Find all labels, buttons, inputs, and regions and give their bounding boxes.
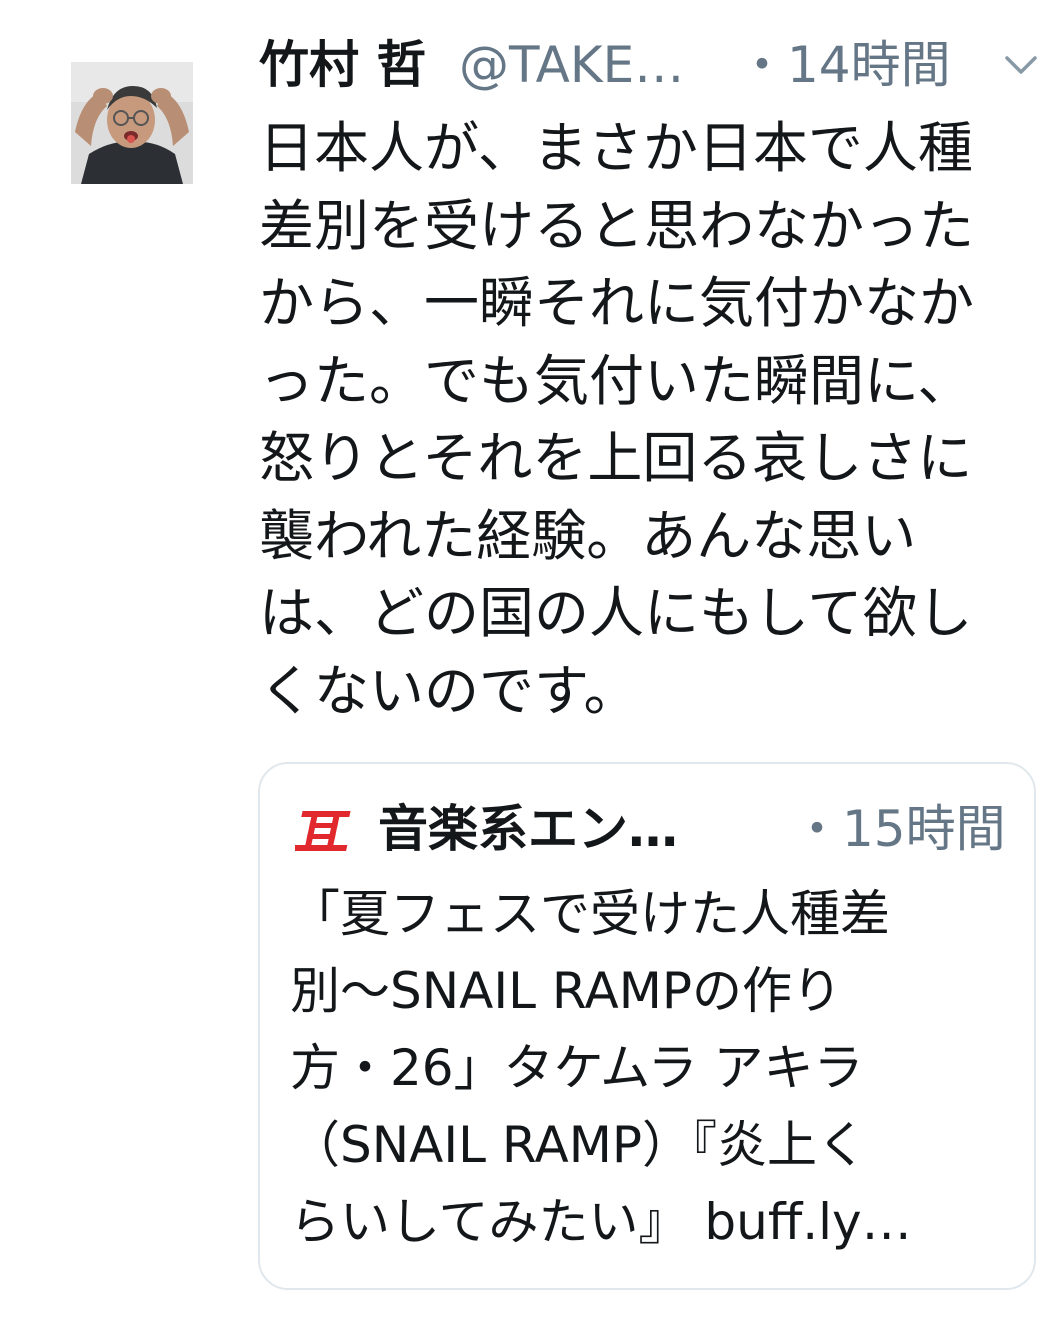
tweet-timestamp[interactable]: ・14時間	[737, 30, 951, 100]
quoted-text-line: らいしてみたい』 buff.ly…	[290, 1193, 912, 1251]
quoted-text-line: （SNAIL RAMP）『炎上く	[290, 1116, 868, 1174]
tweet-text-line: 襲われた経験。あんな思い	[259, 503, 917, 568]
profile-photo-icon	[71, 62, 193, 184]
quoted-tweet-text: 「夏フェスで受けた人種差 別～SNAIL RAMPの作り 方・26」タケムラ ア…	[290, 876, 1010, 1261]
quoted-text-line: 別～SNAIL RAMPの作り	[290, 962, 843, 1020]
tweet-text-line: から、一瞬それに気付かなか	[259, 271, 975, 335]
tweet-text: 日本人が、まさか日本で人種 差別を受けると思わなかった から、一瞬それに気付かな…	[259, 110, 1019, 730]
tweet-text-line: くないのです。	[259, 658, 639, 723]
tweet-text-line: 差別を受けると思わなかった	[259, 193, 975, 258]
quoted-author-name: 音楽系エン…	[378, 800, 678, 858]
tweet-text-line: は、どの国の人にもして欲し	[259, 581, 973, 645]
quoted-text-line: 方・26」タケムラ アキラ	[290, 1039, 864, 1097]
avatar[interactable]	[71, 62, 193, 184]
quoted-tweet-card[interactable]: 音楽系エン… ・15時間 「夏フェスで受けた人種差 別～SNAIL RAMPの作…	[258, 762, 1036, 1290]
author-handle[interactable]: @TAKE…	[459, 30, 684, 100]
author-name[interactable]: 竹村 哲	[259, 30, 426, 100]
tweet-text-line: 日本人が、まさか日本で人種	[259, 116, 973, 180]
quoted-text-line: 「夏フェスで受けた人種差	[290, 885, 890, 943]
tweet-text-line: った。でも気付いた瞬間に、	[259, 348, 973, 413]
tweet-header: 竹村 哲 @TAKE… ・14時間	[259, 30, 1037, 100]
mimi-logo-icon	[295, 811, 351, 851]
tweet-text-line: 怒りとそれを上回る哀しさに	[259, 426, 973, 490]
quoted-timestamp: ・15時間	[792, 800, 1006, 858]
chevron-down-icon[interactable]	[1001, 50, 1037, 80]
